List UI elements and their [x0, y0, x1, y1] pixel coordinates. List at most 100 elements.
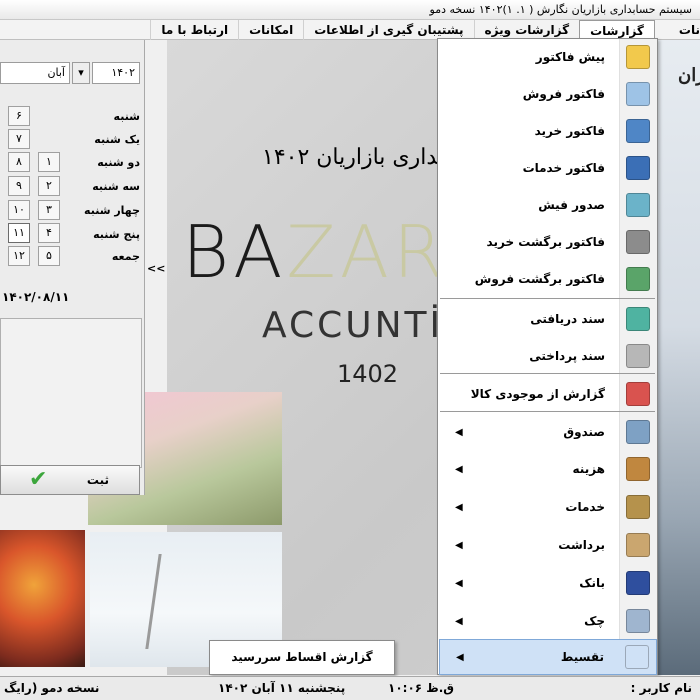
inventory-report-icon [619, 376, 657, 412]
menu-item-services[interactable]: خدمات ◀ [439, 489, 657, 525]
received-doc-icon [619, 301, 657, 337]
withdrawal-icon [619, 527, 657, 563]
day-label: چهار شنبه [84, 204, 140, 217]
purchase-invoice-icon [619, 113, 657, 149]
sales-return-icon [619, 261, 657, 297]
day-cell-selected[interactable]: ۱۱ [8, 223, 30, 243]
menu-item-contact[interactable]: ارتباط با ما [150, 19, 238, 40]
menu-item-installment[interactable]: تقسیط ◀ [439, 639, 657, 675]
day-label: دو شنبه [97, 156, 140, 169]
day-cell[interactable]: ۵ [38, 246, 60, 266]
menu-item-sales-return[interactable]: فاکتور برگشت فروش [439, 261, 657, 297]
menu-item-purchase-invoice[interactable]: فاکتور خرید [439, 113, 657, 149]
notes-box[interactable] [0, 318, 142, 468]
payment-doc-icon [619, 338, 657, 374]
day-label: یک شنبه [94, 133, 140, 146]
submenu-arrow-icon: ◀ [455, 426, 463, 438]
menu-item-withdrawal[interactable]: برداشت ◀ [439, 527, 657, 563]
menu-item-label: برداشت [558, 538, 605, 552]
status-bar: نام کاربر : ق.ظ ۱۰:۰۶ پنجشنبه ۱۱ آبان ۱۴… [0, 676, 700, 700]
menu-bar: نات گزارشات گزارشات ویژه پشتیبان گیری از… [0, 19, 700, 40]
installment-icon [618, 639, 656, 675]
menu-item-purchase-return[interactable]: فاکتور برگشت خرید [439, 224, 657, 260]
menu-item-facilities[interactable]: امکانات [238, 19, 303, 40]
day-cell[interactable]: ۲ [38, 176, 60, 196]
installment-submenu[interactable]: گزارش اقساط سررسید [209, 640, 395, 675]
submenu-arrow-icon: ◀ [455, 463, 463, 475]
menu-item-label: چک [584, 614, 605, 628]
menu-item-label: پیش فاکتور [535, 50, 605, 64]
day-label: پنج شنبه [93, 228, 140, 241]
day-label: شنبه [113, 110, 140, 123]
menu-separator [440, 373, 655, 374]
menu-item-label: فاکتور فروش [522, 87, 605, 101]
menu-item-special-reports[interactable]: گزارشات ویژه [473, 19, 580, 40]
menu-separator [440, 411, 655, 412]
submenu-arrow-icon: ◀ [455, 501, 463, 513]
splash-brand: BAZARİ [182, 210, 472, 294]
autumn-leaves-photo [0, 530, 85, 667]
receipt-icon [619, 187, 657, 223]
day-cell[interactable]: ۶ [8, 106, 30, 126]
cheque-icon [619, 603, 657, 639]
submenu-arrow-icon: ◀ [456, 651, 464, 663]
day-cell[interactable]: ۱۰ [8, 200, 30, 220]
menu-separator [440, 298, 655, 299]
menu-item-bank[interactable]: بانک ◀ [439, 565, 657, 601]
day-label: سه شنبه [92, 180, 140, 193]
day-cell[interactable]: ۱۲ [8, 246, 30, 266]
menu-item-label: فاکتور برگشت فروش [474, 272, 605, 286]
menu-item-label: صندوق [563, 425, 605, 439]
bank-icon [619, 565, 657, 601]
menu-item-payment-doc[interactable]: سند پرداختی [439, 338, 657, 374]
calendar-panel: آبان ▾ ۱۴۰۲ شنبه یک شنبه دو شنبه سه شنبه… [0, 40, 145, 495]
menu-item-services-invoice[interactable]: فاکتور خدمات [439, 150, 657, 186]
menu-item-label: صدور فیش [538, 198, 605, 212]
status-date: پنجشنبه ۱۱ آبان ۱۴۰۲ [218, 681, 346, 695]
day-cell[interactable]: ۴ [38, 223, 60, 243]
menu-item-pre-invoice[interactable]: پیش فاکتور [439, 39, 657, 75]
menu-item-inventory-report[interactable]: گزارش از موجودی کالا [439, 376, 657, 412]
menu-item-reports[interactable]: گزارشات [579, 19, 655, 40]
day-cell[interactable]: ۹ [8, 176, 30, 196]
services-invoice-icon [619, 150, 657, 186]
menu-item-expense[interactable]: هزینه ◀ [439, 451, 657, 487]
menu-item-label: گزارش از موجودی کالا [470, 387, 605, 401]
month-select[interactable]: آبان [0, 62, 70, 84]
splash-brand-a: BA [182, 210, 287, 294]
menu-item-backup[interactable]: پشتیبان گیری از اطلاعات [303, 19, 473, 40]
menu-item-cashbox[interactable]: صندوق ◀ [439, 414, 657, 450]
pre-invoice-icon [619, 39, 657, 75]
menu-item-label: هزینه [572, 462, 605, 476]
menu-item-sales-invoice[interactable]: فاکتور فروش [439, 76, 657, 112]
current-date: ۱۴۰۲/۰۸/۱۱ [2, 290, 70, 304]
day-cell[interactable]: ۱ [38, 152, 60, 172]
city-background [655, 40, 700, 675]
splash-year: 1402 [337, 360, 399, 388]
chevron-down-icon[interactable]: ▾ [72, 62, 90, 84]
submenu-arrow-icon: ◀ [455, 615, 463, 627]
menu-item-received-doc[interactable]: سند دریافتی [439, 301, 657, 337]
collapse-panel-button[interactable]: << [147, 262, 165, 275]
check-icon: ✔ [29, 467, 48, 492]
reports-dropdown: پیش فاکتور فاکتور فروش فاکتور خرید فاکتور خ… [437, 38, 658, 675]
purchase-return-icon [619, 224, 657, 260]
edition-label: نسخه دمو (رایگ [4, 681, 100, 695]
menu-item-cheque[interactable]: چک ◀ [439, 603, 657, 639]
day-cell[interactable]: ۸ [8, 152, 30, 172]
day-cell[interactable]: ۳ [38, 200, 60, 220]
day-cell[interactable]: ۷ [8, 129, 30, 149]
menu-item-right-clip[interactable]: نات [667, 20, 700, 40]
status-time: ق.ظ ۱۰:۰۶ [388, 681, 455, 695]
year-field[interactable]: ۱۴۰۲ [92, 62, 140, 84]
menu-item-receipt[interactable]: صدور فیش [439, 187, 657, 223]
services-icon [619, 489, 657, 525]
menu-item-label: بانک [579, 576, 605, 590]
submenu-item-due-installments[interactable]: گزارش اقساط سررسید [231, 650, 372, 664]
day-label: جمعه [111, 250, 140, 263]
title-bar: سیستم حسابداری بازاریان نگارش ( ۱. ۱)۱۴۰… [0, 0, 700, 20]
username-label: نام کاربر : [630, 681, 692, 695]
save-button-label: ثبت [86, 473, 109, 487]
expense-icon [619, 451, 657, 487]
save-button[interactable]: ✔ ثبت [0, 465, 140, 495]
